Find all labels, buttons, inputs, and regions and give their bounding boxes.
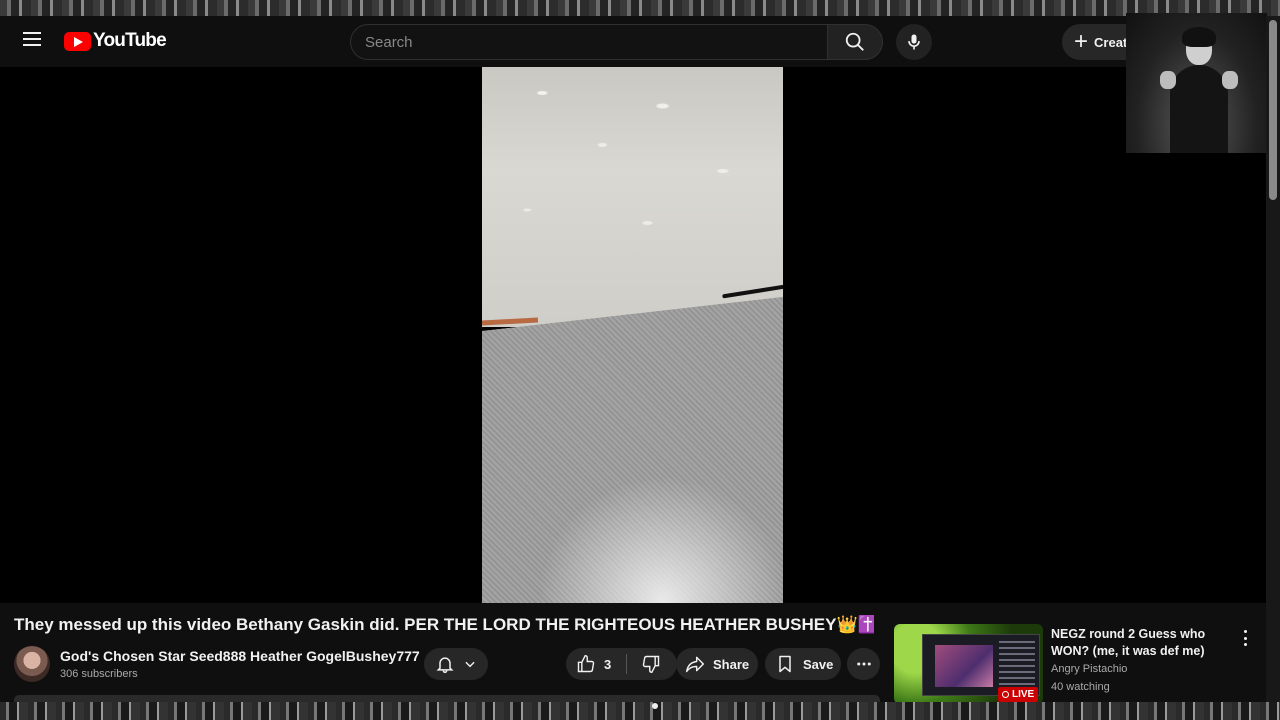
thumbs-down-icon: [642, 655, 660, 674]
search-icon: [845, 32, 864, 51]
video-frame: [482, 67, 783, 603]
dislike-button[interactable]: [627, 648, 675, 680]
youtube-play-icon: [64, 31, 91, 51]
notification-bell-button[interactable]: [424, 648, 488, 680]
kebab-menu-icon[interactable]: [1238, 630, 1252, 646]
more-horizontal-icon: [856, 662, 871, 666]
voice-search-button[interactable]: [896, 24, 932, 60]
thumbs-up-icon: [577, 654, 595, 673]
video-title-text: They messed up this video Bethany Gaskin…: [14, 615, 837, 634]
plus-icon: +: [1074, 28, 1089, 55]
recommended-title[interactable]: NEGZ round 2 Guess who WON? (me, it was …: [1051, 626, 1237, 660]
search-input[interactable]: [350, 24, 827, 60]
logo-text: YouTube: [93, 30, 167, 51]
page-scrollbar[interactable]: [1266, 16, 1280, 702]
video-title: They messed up this video Bethany Gaskin…: [14, 615, 874, 635]
video-ceiling-area: [482, 67, 783, 327]
hamburger-menu-icon[interactable]: [20, 28, 44, 52]
save-button[interactable]: Save: [765, 648, 841, 680]
search-button[interactable]: [827, 24, 883, 60]
live-broadcast-icon: [1002, 691, 1009, 698]
bottom-decorative-strip: [0, 702, 1280, 720]
chevron-down-icon: [465, 661, 475, 668]
scrubber-dot[interactable]: [652, 703, 658, 709]
video-details: They messed up this video Bethany Gaskin…: [0, 603, 1266, 705]
youtube-logo[interactable]: YouTube: [64, 30, 167, 52]
like-dislike-group: 3: [566, 648, 677, 680]
share-arrow-icon: [685, 656, 705, 673]
more-actions-button[interactable]: [847, 648, 880, 680]
live-badge: LIVE: [998, 687, 1039, 702]
video-title-emoji: 👑✝️🎺: [836, 615, 874, 634]
subscriber-count: 306 subscribers: [60, 668, 138, 680]
video-wall-area: [482, 297, 783, 603]
scrollbar-thumb[interactable]: [1269, 20, 1277, 200]
top-decorative-strip: [0, 0, 1280, 16]
like-button[interactable]: 3: [566, 648, 626, 680]
microphone-icon: [908, 34, 920, 50]
like-count: 3: [604, 656, 612, 672]
share-button[interactable]: Share: [676, 648, 758, 680]
recommended-channel[interactable]: Angry Pistachio: [1051, 663, 1127, 675]
masthead: YouTube + Create: [0, 16, 1280, 67]
share-label: Share: [713, 656, 750, 672]
recommended-viewers: 40 watching: [1051, 681, 1110, 693]
bell-icon: [436, 657, 454, 674]
video-player[interactable]: [0, 67, 1266, 603]
bookmark-icon: [779, 655, 791, 673]
channel-name[interactable]: God's Chosen Star Seed888 Heather GogelB…: [60, 648, 420, 664]
recommended-video[interactable]: LIVE NEGZ round 2 Guess who WON? (me, it…: [894, 624, 1266, 704]
recommended-thumbnail[interactable]: LIVE: [894, 624, 1043, 704]
channel-avatar[interactable]: [14, 646, 50, 682]
webcam-overlay: [1126, 13, 1267, 153]
save-label: Save: [803, 656, 834, 672]
search-bar: [350, 24, 884, 60]
live-badge-label: LIVE: [1012, 689, 1035, 700]
